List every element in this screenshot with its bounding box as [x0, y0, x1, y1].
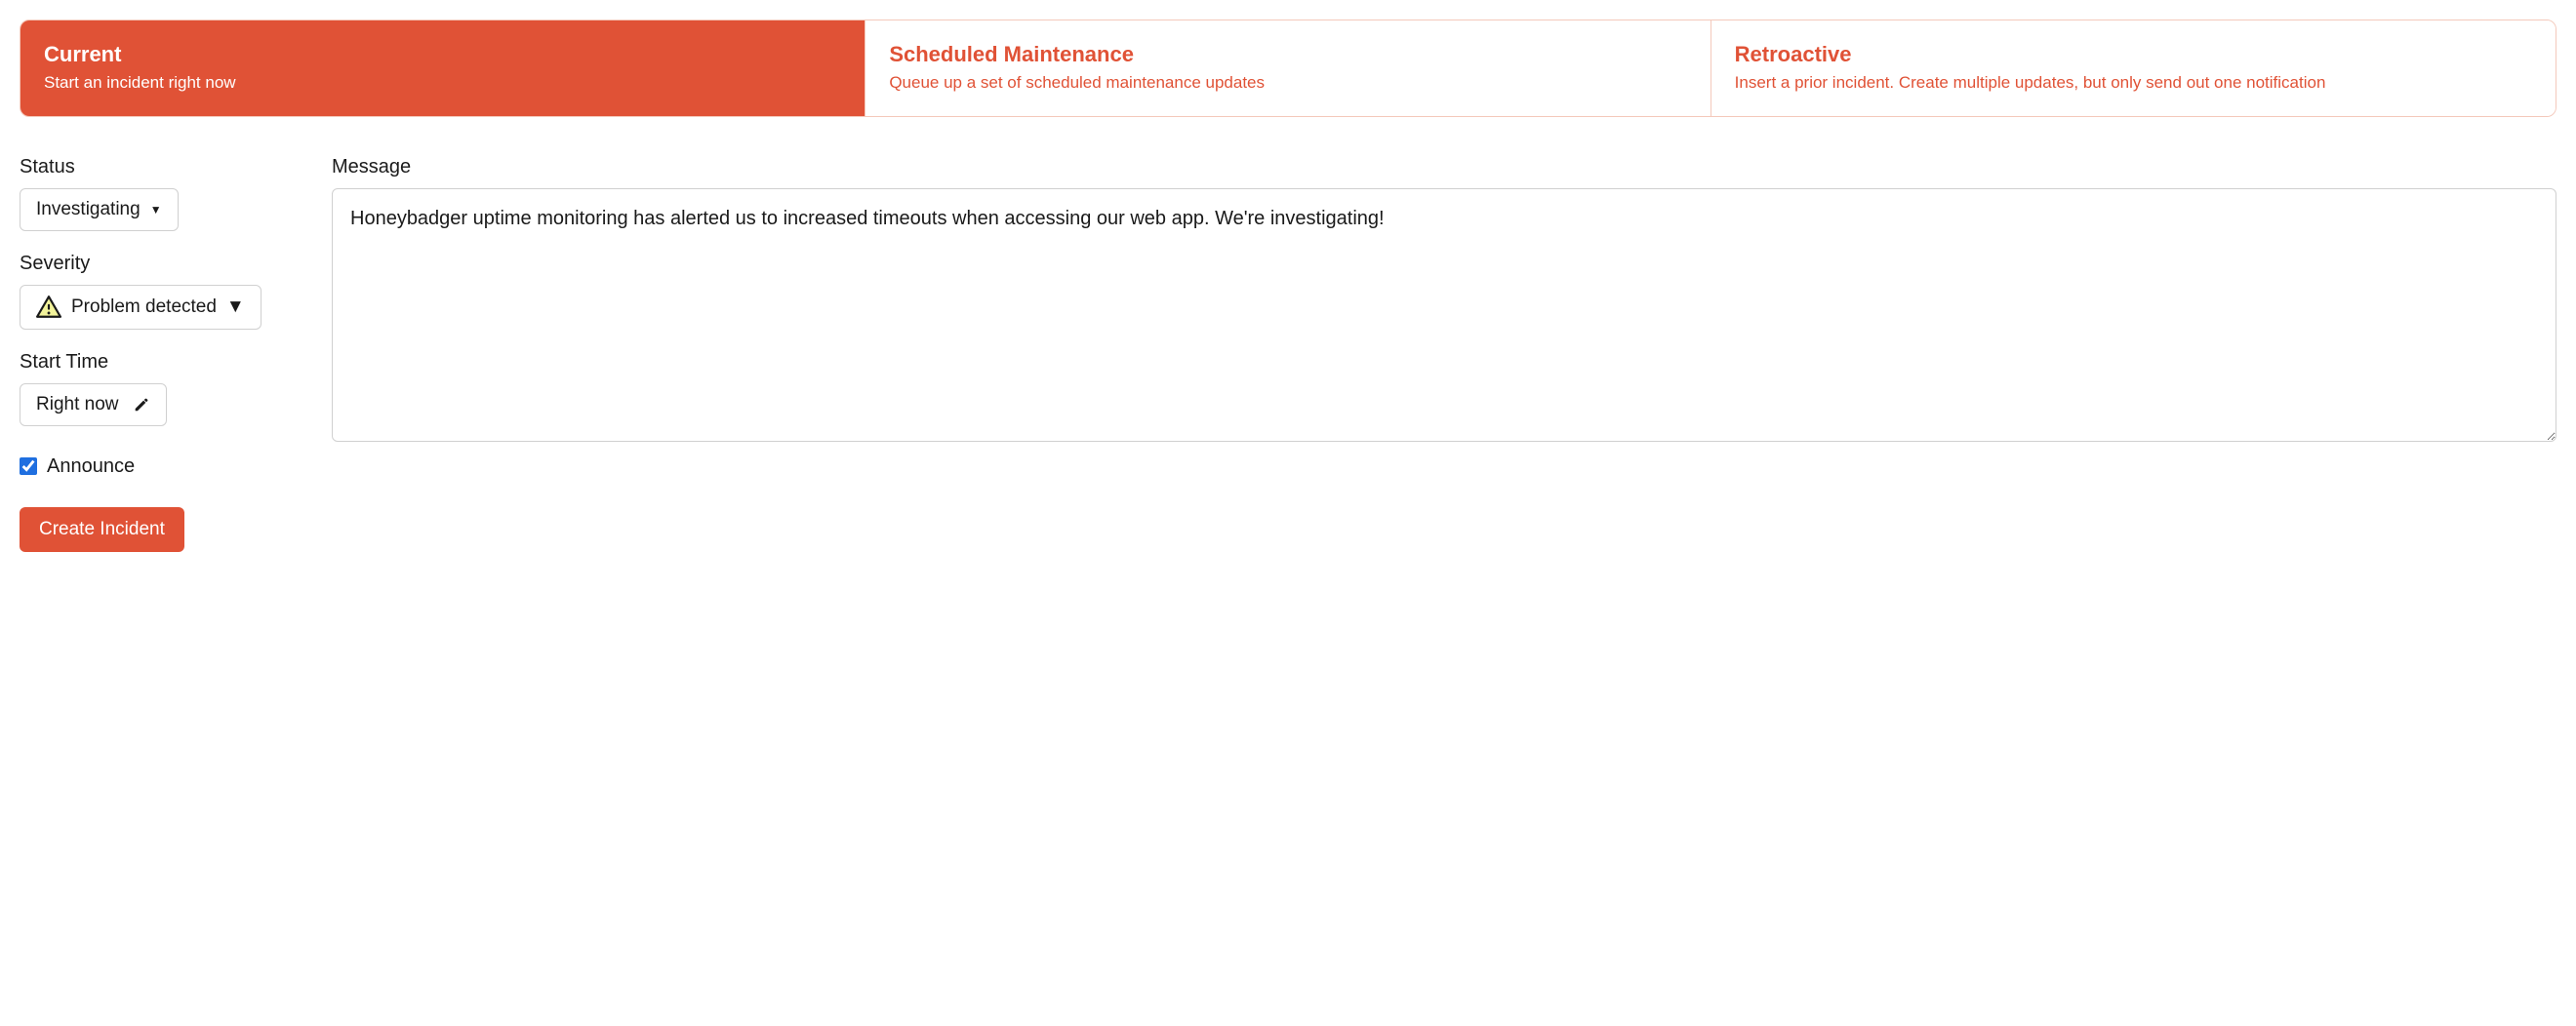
tab-title: Current	[44, 42, 841, 67]
tab-title: Retroactive	[1735, 42, 2532, 67]
pencil-icon	[133, 396, 150, 414]
message-column: Message	[332, 156, 2556, 448]
announce-checkbox[interactable]	[20, 457, 37, 475]
message-label: Message	[332, 156, 2556, 178]
tab-description: Queue up a set of scheduled maintenance …	[889, 71, 1686, 95]
tab-scheduled-maintenance[interactable]: Scheduled Maintenance Queue up a set of …	[865, 20, 1711, 116]
start-time-button[interactable]: Right now	[20, 383, 167, 426]
status-select[interactable]: Investigating ▼	[20, 188, 179, 231]
status-value: Investigating	[36, 199, 141, 220]
caret-down-icon: ▼	[226, 296, 245, 318]
tab-retroactive[interactable]: Retroactive Insert a prior incident. Cre…	[1711, 20, 2556, 116]
tab-description: Insert a prior incident. Create multiple…	[1735, 71, 2532, 95]
form-sidebar: Status Investigating ▼ Severity Problem …	[20, 156, 293, 552]
status-label: Status	[20, 156, 293, 178]
announce-label[interactable]: Announce	[47, 455, 135, 478]
severity-label: Severity	[20, 253, 293, 275]
severity-select[interactable]: Problem detected ▼	[20, 285, 262, 330]
start-time-label: Start Time	[20, 351, 293, 374]
severity-value: Problem detected	[71, 296, 217, 318]
create-incident-button[interactable]: Create Incident	[20, 507, 184, 552]
tab-description: Start an incident right now	[44, 71, 841, 95]
tab-current[interactable]: Current Start an incident right now	[20, 20, 865, 116]
announce-row: Announce	[20, 455, 293, 478]
caret-down-icon: ▼	[150, 203, 162, 217]
tab-title: Scheduled Maintenance	[889, 42, 1686, 67]
message-textarea[interactable]	[332, 188, 2556, 442]
warning-triangle-icon	[36, 296, 61, 319]
form-container: Status Investigating ▼ Severity Problem …	[20, 156, 2556, 552]
incident-type-tabs: Current Start an incident right now Sche…	[20, 20, 2556, 117]
start-time-value: Right now	[36, 394, 119, 415]
